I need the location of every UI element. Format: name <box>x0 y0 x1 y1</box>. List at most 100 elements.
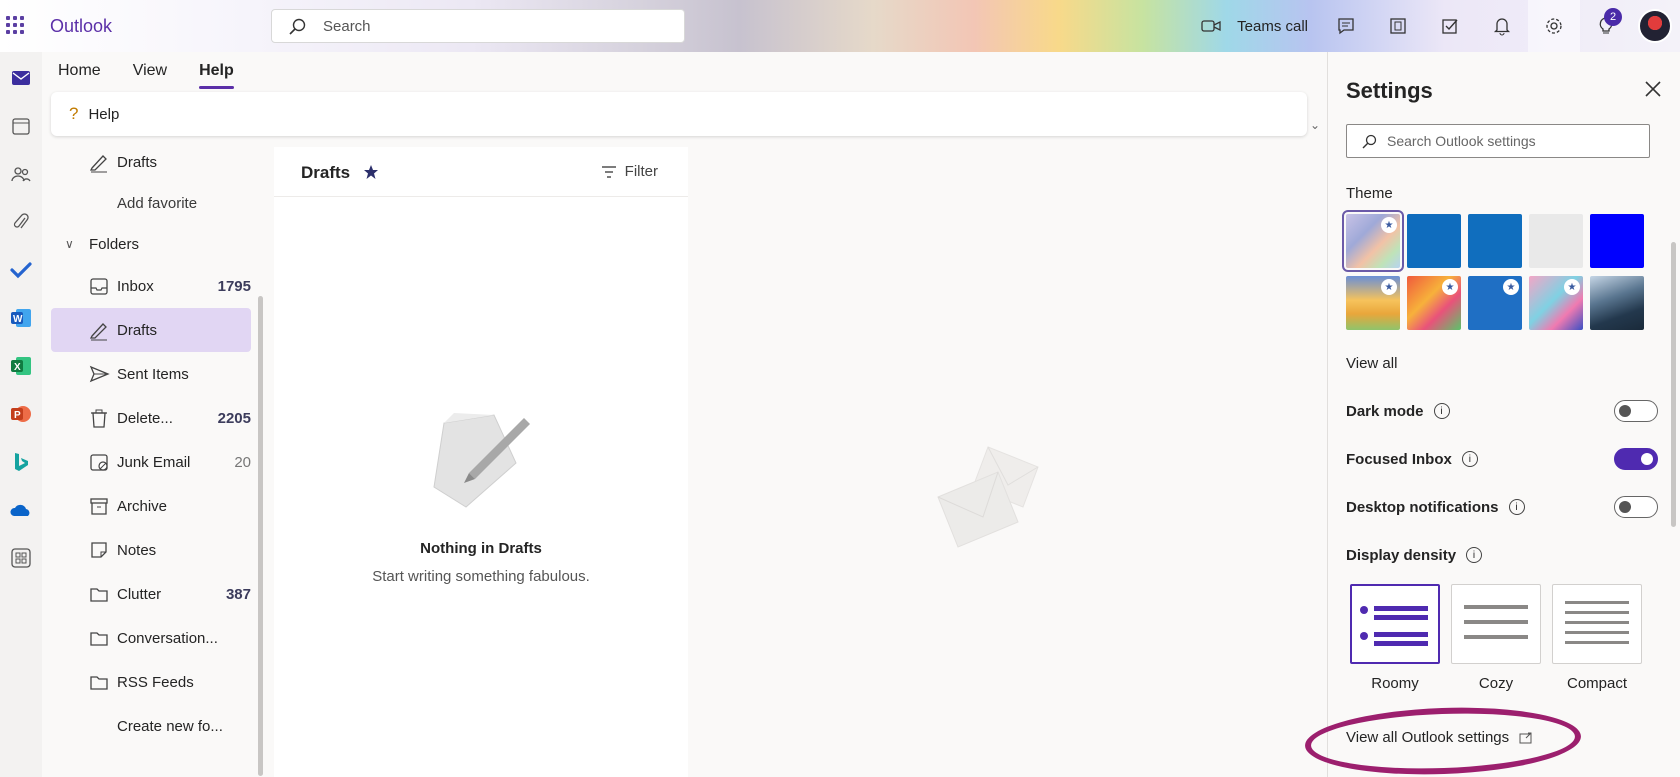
note-icon <box>91 542 107 558</box>
notifications-button[interactable] <box>1476 0 1528 52</box>
folder-clutter[interactable]: Clutter 387 <box>51 572 251 616</box>
settings-title: Settings <box>1346 78 1433 103</box>
filter-button[interactable]: Filter <box>601 163 658 180</box>
theme-swatch-colorful[interactable]: ★ <box>1342 210 1404 272</box>
ribbon-expand-chevron-icon[interactable]: ⌄ <box>1310 118 1320 132</box>
powerpoint-app-button[interactable]: P <box>5 398 37 430</box>
pencil-icon <box>89 323 107 341</box>
chat-button[interactable] <box>1320 0 1372 52</box>
teams-call-button[interactable]: Teams call <box>1191 18 1320 35</box>
folder-label: RSS Feeds <box>117 673 194 691</box>
todo-app-button[interactable] <box>5 254 37 286</box>
density-roomy-option[interactable] <box>1350 584 1440 664</box>
more-apps-button[interactable] <box>5 542 37 574</box>
folder-inbox[interactable]: Inbox 1795 <box>51 264 251 308</box>
folder-pane: Drafts Add favorite ∨ Folders Inbox 1795… <box>42 140 264 777</box>
onedrive-icon <box>10 504 30 516</box>
files-app-button[interactable] <box>5 206 37 238</box>
unread-count: 387 <box>225 585 251 603</box>
desktop-notifications-toggle[interactable] <box>1614 496 1658 518</box>
folder-rss-feeds[interactable]: RSS Feeds <box>51 660 251 704</box>
empty-drafts-illustration <box>433 413 530 508</box>
star-badge-icon: ★ <box>1442 279 1458 295</box>
focused-inbox-label: Focused Inbox <box>1346 450 1452 468</box>
info-icon[interactable]: i <box>1508 499 1525 515</box>
checklist-icon <box>1442 19 1458 34</box>
folder-sent-items[interactable]: Sent Items <box>51 352 251 396</box>
settings-panel: Settings Search Outlook settings Theme ★… <box>1327 52 1680 777</box>
focused-inbox-row: Focused Inbox i <box>1346 447 1658 471</box>
notification-badge: 2 <box>1604 8 1622 26</box>
folder-label: Archive <box>117 497 168 515</box>
folders-header-label: Folders <box>89 235 140 253</box>
app-launcher-icon[interactable] <box>6 16 24 34</box>
create-new-folder-label: Create new fo... <box>117 717 223 735</box>
empty-state-title: Nothing in Drafts <box>420 540 542 557</box>
mail-app-button[interactable] <box>5 62 37 94</box>
close-icon[interactable] <box>1644 80 1662 98</box>
folder-label: Inbox <box>117 277 154 295</box>
filter-label: Filter <box>624 163 658 180</box>
density-roomy-icon <box>1360 606 1428 646</box>
theme-swatch-blue[interactable] <box>1407 214 1461 268</box>
search-box[interactable]: Search <box>271 9 685 43</box>
folder-junk-email[interactable]: Junk Email 20 <box>51 440 251 484</box>
density-cozy-option[interactable] <box>1451 584 1541 664</box>
theme-swatch-mountain[interactable] <box>1590 276 1644 330</box>
calendar-app-button[interactable] <box>5 110 37 142</box>
favorite-star-icon[interactable] <box>363 164 379 180</box>
theme-swatch-pink[interactable]: ★ <box>1529 276 1583 330</box>
folder-pane-scrollbar[interactable] <box>258 296 263 776</box>
my-day-button[interactable] <box>1424 0 1476 52</box>
folder-archive[interactable]: Archive <box>51 484 251 528</box>
folder-drafts[interactable]: Drafts <box>51 308 251 352</box>
theme-swatch-bright-blue[interactable] <box>1590 214 1644 268</box>
ribbon-tabs: Home View Help <box>42 52 250 92</box>
app-title[interactable]: Outlook <box>50 16 112 37</box>
view-all-themes-link[interactable]: View all <box>1346 355 1397 372</box>
density-compact-option[interactable] <box>1552 584 1642 664</box>
search-icon <box>289 18 306 35</box>
theme-swatch-landscape[interactable]: ★ <box>1346 276 1400 330</box>
info-icon[interactable]: i <box>1466 547 1483 563</box>
bing-app-button[interactable] <box>5 446 37 478</box>
settings-search-input[interactable]: Search Outlook settings <box>1346 124 1650 158</box>
account-avatar[interactable] <box>1638 9 1672 43</box>
settings-button[interactable] <box>1528 0 1580 52</box>
folder-deleted-items[interactable]: Delete... 2205 <box>51 396 251 440</box>
theme-label: Theme <box>1346 185 1393 202</box>
density-options: Roomy Cozy Compact <box>1350 584 1660 694</box>
tips-button[interactable]: 2 <box>1580 0 1632 52</box>
tab-help[interactable]: Help <box>183 52 250 92</box>
office-icon <box>1390 18 1406 34</box>
office-button[interactable] <box>1372 0 1424 52</box>
tab-view[interactable]: View <box>117 52 183 92</box>
theme-swatch-light-gray[interactable] <box>1529 214 1583 268</box>
send-icon <box>89 365 110 383</box>
word-app-button[interactable]: W <box>5 302 37 334</box>
favorite-drafts[interactable]: Drafts <box>51 140 251 184</box>
tab-home[interactable]: Home <box>42 52 117 92</box>
theme-swatch-dark-blue[interactable] <box>1468 214 1522 268</box>
ribbon-toolbar: ? Help <box>51 92 1307 136</box>
create-new-folder-link[interactable]: Create new fo... <box>51 704 251 748</box>
folder-label: Notes <box>117 541 157 559</box>
info-icon[interactable]: i <box>1461 451 1478 467</box>
theme-swatch-floral[interactable]: ★ <box>1407 276 1461 330</box>
excel-app-button[interactable]: X <box>5 350 37 382</box>
people-app-button[interactable] <box>5 158 37 190</box>
folder-label: Drafts <box>117 321 158 339</box>
folder-notes[interactable]: Notes <box>51 528 251 572</box>
star-badge-icon: ★ <box>1381 279 1397 295</box>
settings-scrollbar[interactable] <box>1671 242 1676 527</box>
add-favorite-link[interactable]: Add favorite <box>51 181 251 225</box>
folder-conversation-history[interactable]: Conversation... <box>51 616 251 660</box>
theme-swatch-sports[interactable]: ★ <box>1468 276 1522 330</box>
info-icon[interactable]: i <box>1433 403 1450 419</box>
folders-section-header[interactable]: ∨ Folders <box>51 222 251 266</box>
dark-mode-toggle[interactable] <box>1614 400 1658 422</box>
help-button[interactable]: Help <box>88 106 119 123</box>
onedrive-app-button[interactable] <box>5 494 37 526</box>
display-density-label: Display density <box>1346 546 1457 564</box>
focused-inbox-toggle[interactable] <box>1614 448 1658 470</box>
